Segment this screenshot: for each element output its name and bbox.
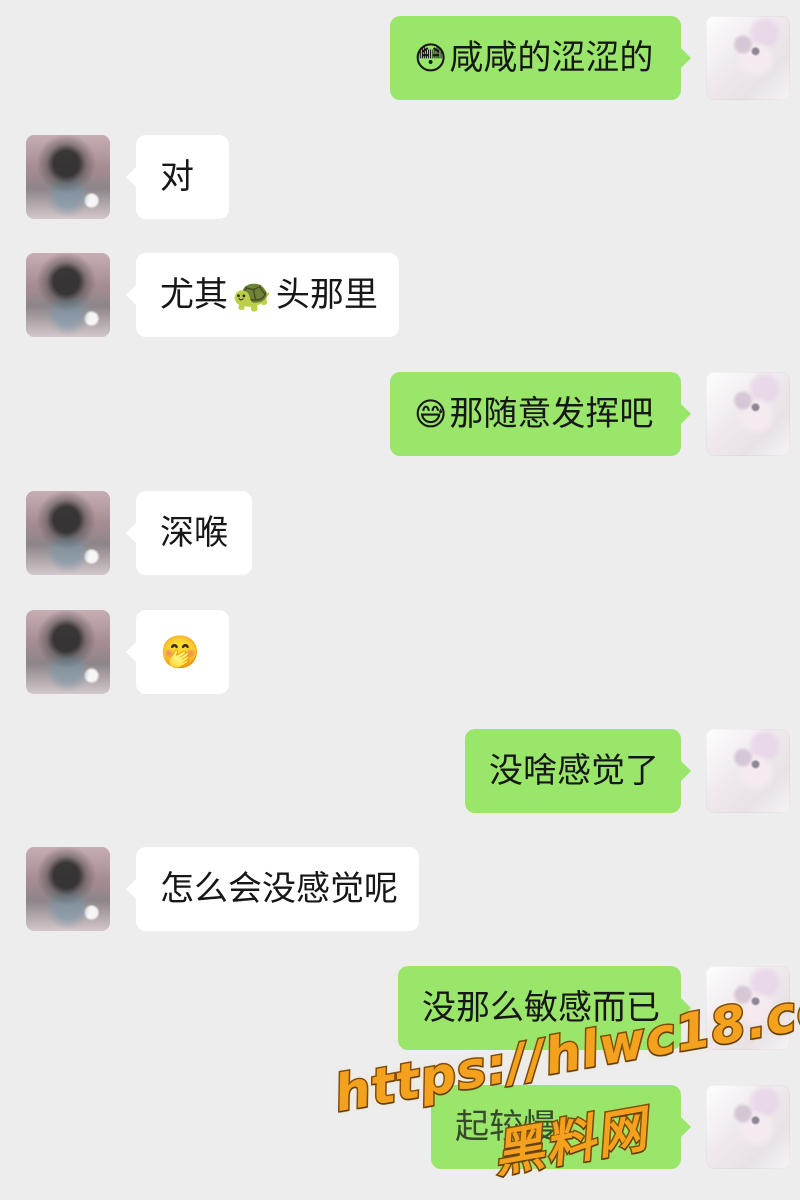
sweat-face-icon: 😅	[414, 395, 448, 433]
chat-bubble-outgoing: 没啥感觉了	[465, 729, 691, 813]
contact-avatar	[26, 847, 110, 931]
chat-bubble-outgoing: 起较慢	[431, 1085, 691, 1169]
message-text: 怎么会没感觉呢	[160, 869, 398, 909]
flushed-face-icon: 😳	[414, 39, 448, 77]
chat-bubble-outgoing: 没那么敏感而已	[398, 966, 691, 1050]
message-row-incoming-5: 怎么会没感觉呢	[0, 847, 800, 937]
chat-bubble-incoming: 🤭	[126, 610, 229, 694]
message-row-incoming-1: 对	[0, 135, 800, 225]
hand-over-mouth-face-icon: 🤭	[160, 633, 200, 671]
message-text: 咸咸的涩涩的	[449, 38, 654, 78]
message-row-outgoing-4: 没那么敏感而已	[0, 966, 800, 1056]
message-row-incoming-2: 尤其 🐢 头那里	[0, 253, 800, 343]
message-row-incoming-3: 深喉	[0, 491, 800, 581]
message-row-outgoing-5: 起较慢	[0, 1085, 800, 1175]
self-avatar	[706, 729, 790, 813]
message-text: 那随意发挥吧	[449, 394, 654, 434]
self-avatar	[706, 372, 790, 456]
message-text: 深喉	[160, 513, 228, 553]
chat-bubble-outgoing: 😳 咸咸的涩涩的	[390, 16, 691, 100]
chat-bubble-outgoing: 😅 那随意发挥吧	[390, 372, 691, 456]
contact-avatar	[26, 610, 110, 694]
message-row-outgoing-1: 😳 咸咸的涩涩的	[0, 16, 800, 106]
contact-avatar	[26, 253, 110, 337]
contact-avatar	[26, 135, 110, 219]
message-row-incoming-4: 🤭	[0, 610, 800, 700]
chat-bubble-incoming: 深喉	[126, 491, 252, 575]
message-suffix: 头那里	[275, 275, 378, 315]
message-text: 对	[160, 157, 194, 197]
message-row-outgoing-3: 没啥感觉了	[0, 729, 800, 819]
self-avatar	[706, 1085, 790, 1169]
message-text: 没啥感觉了	[489, 751, 659, 791]
chat-bubble-incoming: 怎么会没感觉呢	[126, 847, 419, 931]
message-text: 起较慢	[455, 1107, 557, 1147]
chat-bubble-incoming: 尤其 🐢 头那里	[126, 253, 399, 337]
message-prefix: 尤其	[160, 275, 228, 315]
message-text: 没那么敏感而已	[422, 988, 660, 1028]
self-avatar	[706, 966, 790, 1050]
chat-bubble-incoming: 对	[126, 135, 229, 219]
contact-avatar	[26, 491, 110, 575]
self-avatar	[706, 16, 790, 100]
message-row-outgoing-2: 😅 那随意发挥吧	[0, 372, 800, 462]
turtle-icon: 🐢	[232, 276, 272, 314]
